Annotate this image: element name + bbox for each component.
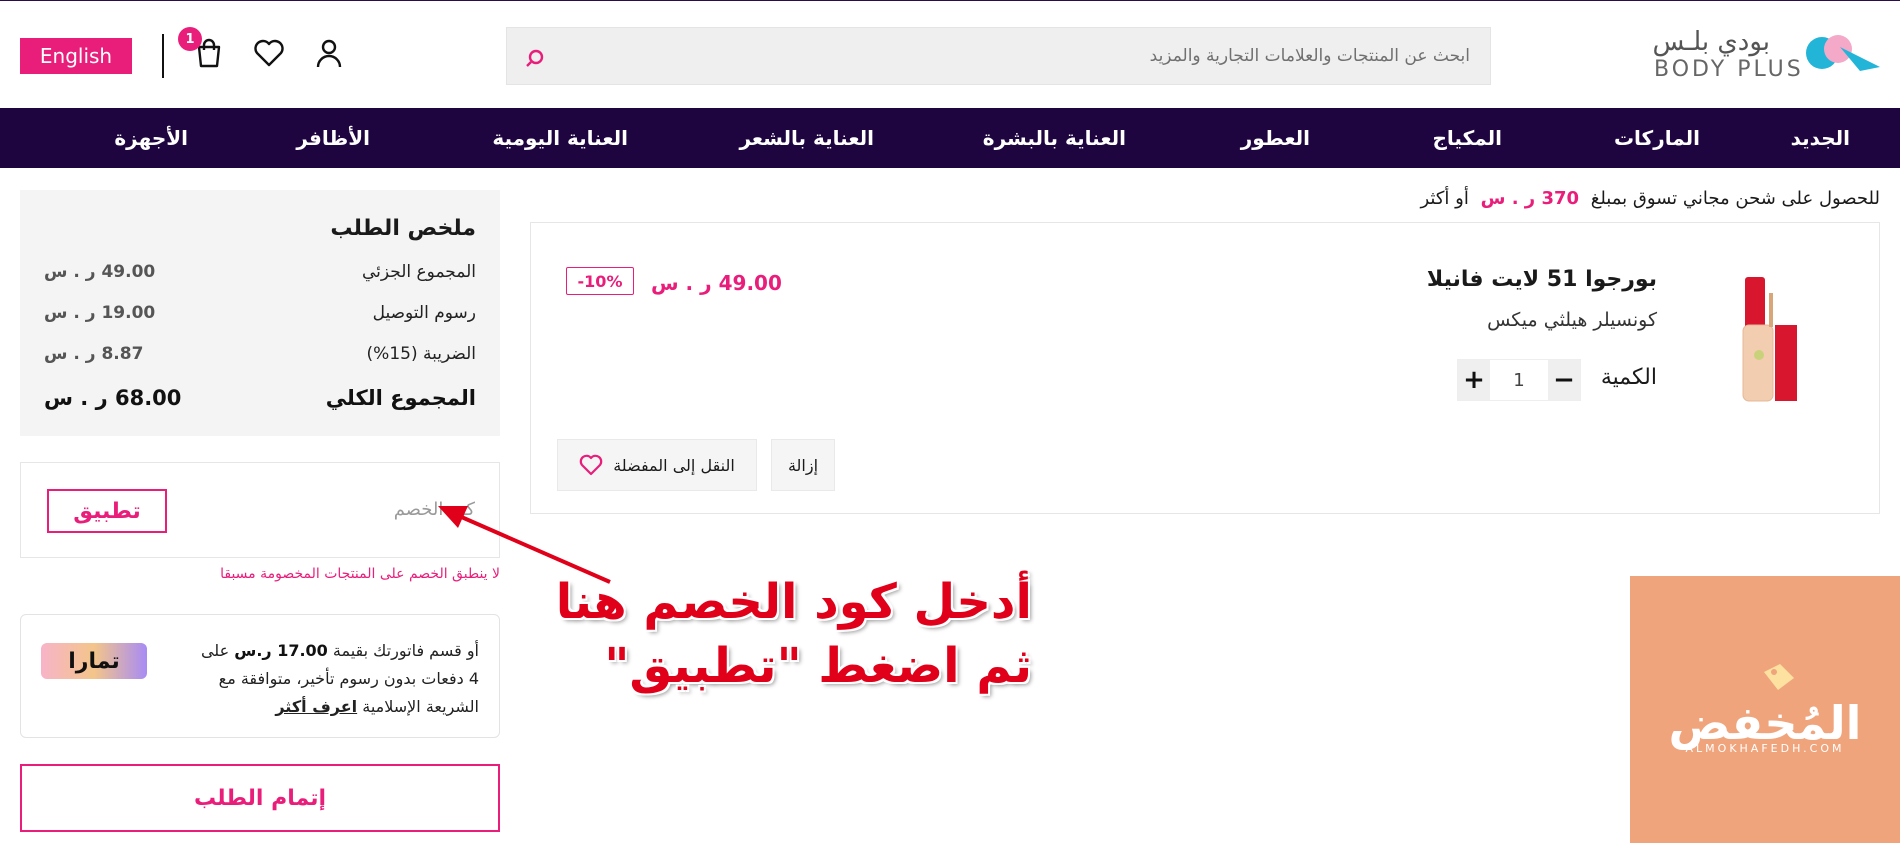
total-value: 68.00 ر . س — [44, 386, 182, 410]
nav-item-perfumes[interactable]: العطور — [1241, 126, 1310, 150]
tamara-text: أو قسم فاتورتك بقيمة 17.00 ر.س على 4 دفع… — [189, 637, 479, 721]
total-label: المجموع الكلي — [325, 386, 476, 410]
move-to-wishlist-button[interactable]: النقل إلى المفضلة — [557, 439, 757, 491]
subtotal-row: المجموع الجزئي 49.00 ر . س — [44, 262, 476, 288]
checkout-button[interactable]: إتمام الطلب — [20, 764, 500, 832]
nav-item-makeup[interactable]: المكياج — [1433, 126, 1503, 150]
quantity-value[interactable]: 1 — [1490, 360, 1548, 400]
quantity-stepper: + 1 − — [1457, 359, 1581, 401]
brand-logo[interactable]: بودي بلـس BODY PLUS — [1650, 23, 1882, 87]
tax-value: 8.87 ر . س — [44, 344, 144, 364]
cart-item: بورجوا 51 لايت فانيلا كونسيلر هيلثي ميكس… — [530, 222, 1880, 514]
logo-mark-icon — [1806, 35, 1880, 71]
delivery-fee-label: رسوم التوصيل — [372, 303, 476, 323]
cart-count-badge: 1 — [178, 27, 202, 51]
nav-item-brands[interactable]: الماركات — [1614, 126, 1700, 150]
subtotal-label: المجموع الجزئي — [361, 262, 476, 282]
tax-label: الضريبة (15%) — [366, 344, 476, 364]
delivery-fee-row: رسوم التوصيل 19.00 ر . س — [44, 303, 476, 329]
free-shipping-notice: للحصول على شحن مجاني تسوق بمبلغ 370 ر . … — [1421, 188, 1881, 209]
watermark-logo: المُخفض ALMOKHAFEDH.COM — [1630, 576, 1900, 843]
logo-arabic-text: بودي بلـس — [1652, 27, 1770, 57]
quantity-label: الكمية — [1600, 365, 1657, 390]
wishlist-icon[interactable] — [252, 36, 286, 70]
tamara-logo: تمارا — [41, 643, 147, 679]
header-divider — [162, 34, 164, 78]
tamara-installments-box: أو قسم فاتورتك بقيمة 17.00 ر.س على 4 دفع… — [20, 614, 500, 738]
total-row: المجموع الكلي 68.00 ر . س — [44, 386, 476, 412]
remove-item-button[interactable]: إزالة — [771, 439, 835, 491]
nav-item-haircare[interactable]: العناية بالشعر — [739, 126, 874, 150]
nav-item-skincare[interactable]: العناية بالبشرة — [983, 126, 1126, 150]
shipping-amount: 370 ر . س — [1480, 188, 1580, 209]
main-nav: الجديد الماركات المكياج العطور العناية ب… — [0, 108, 1900, 168]
shipping-suffix: أو أكثر — [1420, 188, 1469, 209]
price-tag-icon — [1764, 664, 1794, 690]
search-placeholder: ابحث عن المنتجات والعلامات التجارية والم… — [1149, 46, 1470, 66]
search-input[interactable]: ابحث عن المنتجات والعلامات التجارية والم… — [506, 27, 1491, 85]
product-subtitle: كونسيلر هيلثي ميكس — [1487, 309, 1657, 331]
subtotal-value: 49.00 ر . س — [44, 262, 156, 282]
quantity-increase-button[interactable]: + — [1458, 360, 1490, 400]
order-summary-title: ملخص الطلب — [330, 216, 476, 241]
move-to-wishlist-label: النقل إلى المفضلة — [613, 455, 735, 475]
logo-english-text: BODY PLUS — [1654, 57, 1804, 82]
nav-item-nails[interactable]: الأظافر — [296, 126, 370, 150]
account-icon[interactable] — [312, 36, 346, 70]
shipping-prefix: للحصول على شحن مجاني تسوق بمبلغ — [1590, 188, 1880, 209]
annotation-line-1: أدخل كود الخصم هنا — [555, 574, 1032, 630]
quantity-decrease-button[interactable]: − — [1548, 360, 1580, 400]
tamara-amount: 17.00 ر.س — [234, 641, 328, 660]
delivery-fee-value: 19.00 ر . س — [44, 303, 156, 323]
product-title[interactable]: بورجوا 51 لايت فانيلا — [1427, 267, 1657, 292]
product-image[interactable] — [1731, 271, 1811, 411]
nav-item-new[interactable]: الجديد — [1791, 126, 1850, 150]
apply-coupon-button[interactable]: تطبيق — [47, 489, 167, 533]
language-button[interactable]: English — [20, 38, 132, 74]
annotation-line-2: ثم اضغط "تطبيق" — [604, 638, 1032, 694]
order-summary: ملخص الطلب المجموع الجزئي 49.00 ر . س رس… — [20, 190, 500, 436]
watermark-subtext: ALMOKHAFEDH.COM — [1685, 742, 1845, 755]
tamara-learn-more-link[interactable]: اعرف أكثر — [275, 697, 357, 716]
nav-item-daily-care[interactable]: العناية اليومية — [492, 126, 628, 150]
annotation-text: أدخل كود الخصم هنا ثم اضغط "تطبيق" — [555, 570, 1032, 698]
discount-badge: -10% — [566, 267, 634, 295]
remove-item-label: إزالة — [787, 455, 819, 475]
tamara-text-part1: أو قسم فاتورتك بقيمة — [332, 641, 479, 660]
search-icon[interactable] — [525, 48, 545, 68]
header: English 1 ابحث عن المنتجات والعلامات الت… — [0, 0, 1900, 108]
tax-row: الضريبة (15%) 8.87 ر . س — [44, 344, 476, 370]
product-price: 49.00 ر . س — [651, 271, 782, 295]
nav-item-devices[interactable]: الأجهزة — [114, 126, 188, 150]
heart-icon — [579, 454, 603, 476]
